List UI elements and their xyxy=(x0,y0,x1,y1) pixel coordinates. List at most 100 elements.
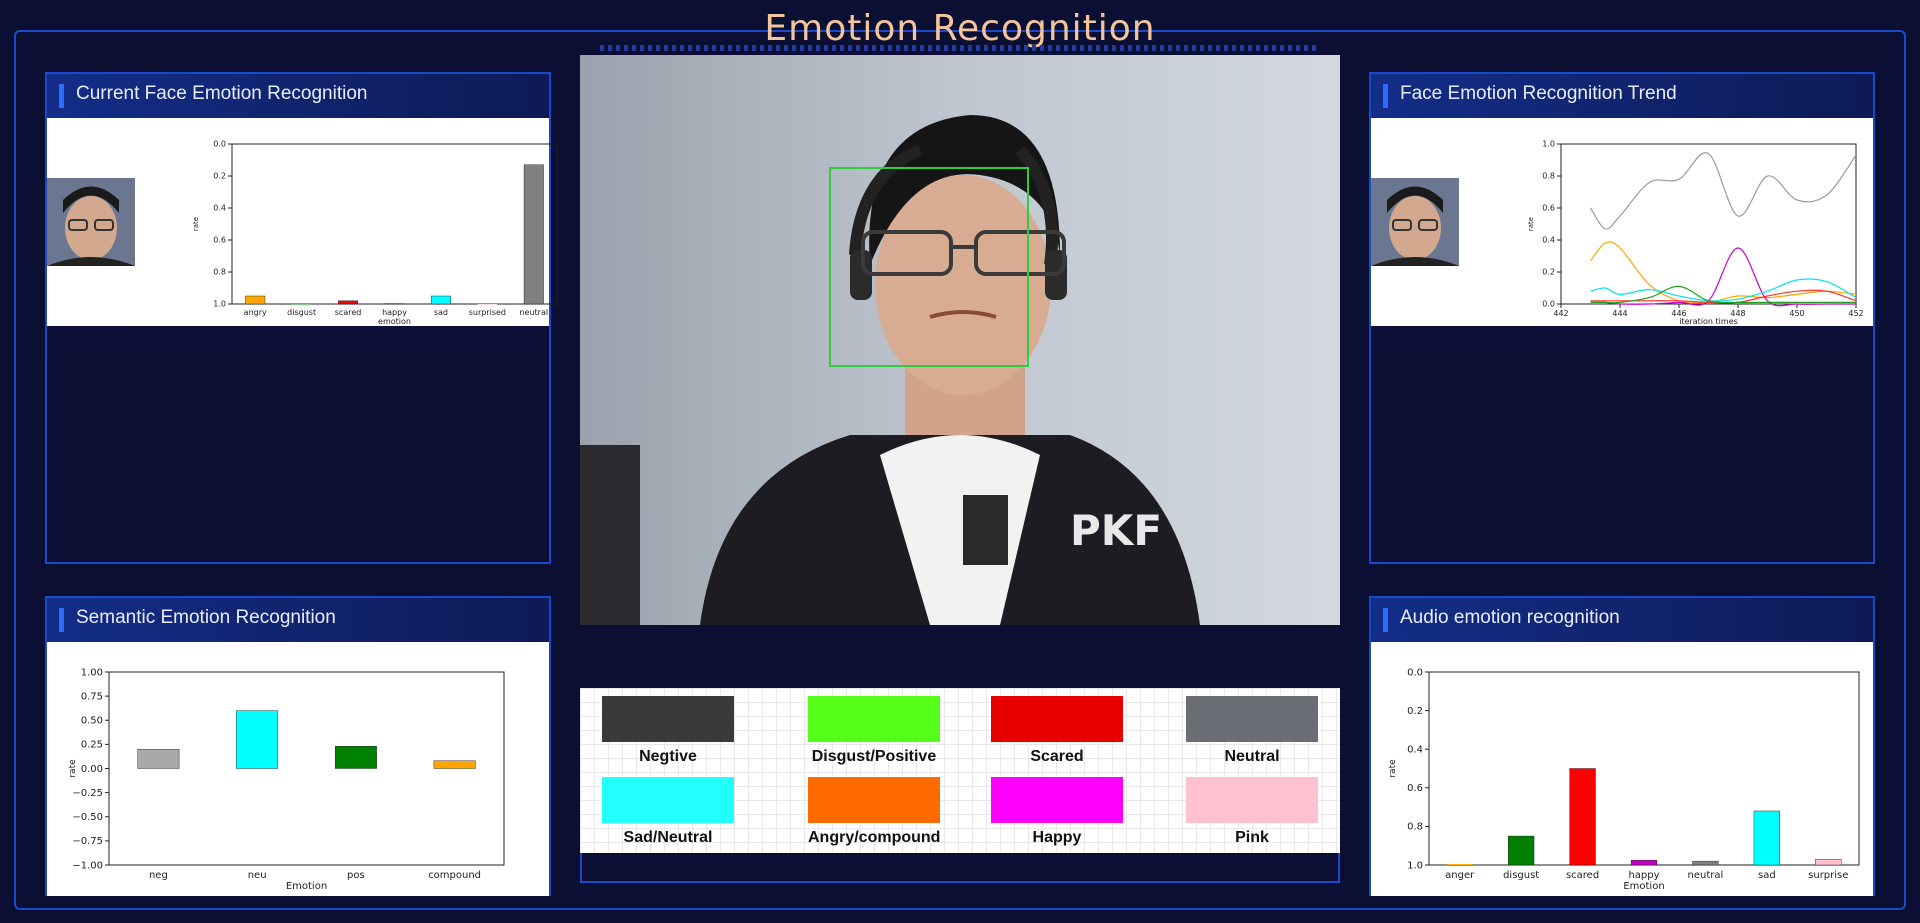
panel-title: Face Emotion Recognition Trend xyxy=(1400,83,1677,104)
panel-title: Current Face Emotion Recognition xyxy=(76,83,368,104)
y-tick-label: 0.25 xyxy=(81,740,103,751)
bar xyxy=(236,710,279,769)
bar xyxy=(384,303,405,304)
x-axis-label: Emotion xyxy=(286,881,327,892)
series-line xyxy=(1589,152,1857,230)
y-axis-label: rate xyxy=(192,217,200,231)
x-axis-label: iteration times xyxy=(1679,317,1738,326)
panel-header: Audio emotion recognition xyxy=(1371,598,1873,642)
panel-content: 1.00 0.75 0.50 0.25 0.00 −0.25 −0.50 −0.75 −1.00… xyxy=(47,642,549,896)
y-tick-label: 0.8 xyxy=(1407,822,1423,833)
bar xyxy=(523,164,544,305)
legend-frame xyxy=(580,853,1340,883)
semantic-chart: 1.00 0.75 0.50 0.25 0.00 −0.25 −0.50 −0.75 −1.00… xyxy=(68,667,505,892)
audio-chart: 0.0 0.2 0.4 0.6 0.8 1.0 anger disgust scared happ… xyxy=(1388,667,1860,892)
bar xyxy=(1753,810,1780,866)
legend-item: Disgust/Positive xyxy=(808,696,940,766)
legend-label: Neutral xyxy=(1224,748,1280,765)
legend-item: Neutral xyxy=(1186,696,1318,766)
legend-swatch xyxy=(808,777,940,823)
face-thumbnail xyxy=(47,178,135,266)
y-tick-label: −1.00 xyxy=(72,860,103,871)
legend-swatch xyxy=(1186,696,1318,742)
bar xyxy=(477,304,498,305)
camera-feed: PKF xyxy=(580,55,1340,625)
bar xyxy=(1508,835,1535,866)
bar xyxy=(291,304,312,305)
x-tick-label: happy xyxy=(382,308,407,317)
legend-label: Disgust/Positive xyxy=(811,748,937,765)
y-tick-label: 0.6 xyxy=(1542,204,1555,213)
x-tick-label: surprise xyxy=(1808,870,1848,881)
x-tick-label: pos xyxy=(347,870,365,881)
legend-label: Pink xyxy=(1235,829,1269,846)
x-axis-label: emotion xyxy=(378,317,411,326)
panel-content: 0.0 0.2 0.4 0.6 0.8 1.0 anger disgust scared happ… xyxy=(1371,642,1873,896)
x-tick-label: disgust xyxy=(287,308,316,317)
legend-swatch xyxy=(1186,777,1318,823)
x-tick-label: 452 xyxy=(1848,309,1863,318)
x-tick-label: scared xyxy=(335,308,362,317)
bar xyxy=(137,748,180,769)
plot-frame xyxy=(231,143,558,305)
legend-swatch xyxy=(991,777,1123,823)
bar xyxy=(1569,768,1596,866)
panel-title: Audio emotion recognition xyxy=(1400,607,1620,628)
panel-header: Face Emotion Recognition Trend xyxy=(1371,74,1873,118)
legend-item: Negtive xyxy=(602,696,734,766)
y-tick-label: −0.25 xyxy=(72,788,103,799)
y-tick-label: 0.0 xyxy=(1542,300,1555,309)
color-legend: Negtive Disgust/Positive Scared Neutral … xyxy=(580,688,1340,853)
y-tick-label: 0.0 xyxy=(1407,667,1423,678)
svg-text:PKF: PKF xyxy=(1070,506,1162,555)
y-tick-label: 0.75 xyxy=(81,691,103,702)
trend-chart: 0.00.20.40.60.81.0442 444 446 448 450 452iter… xyxy=(1527,140,1864,326)
y-tick-label: 1.0 xyxy=(1542,140,1555,149)
bar xyxy=(433,760,476,769)
legend-label: Negtive xyxy=(639,748,697,765)
x-tick-label: neutral xyxy=(1688,870,1724,881)
header-accent xyxy=(59,84,64,108)
series-line xyxy=(1590,247,1856,307)
y-tick-label: −0.75 xyxy=(72,836,103,847)
y-tick-label: 0.2 xyxy=(1542,268,1555,277)
bar xyxy=(334,746,377,769)
current-face-panel: Current Face Emotion Recognition 0.0 0.2 0… xyxy=(45,72,558,564)
x-axis-label: Emotion xyxy=(1623,881,1664,892)
x-tick-label: 444 xyxy=(1612,309,1627,318)
title-decoration xyxy=(600,45,1320,51)
y-tick-label: 1.00 xyxy=(81,667,103,678)
y-tick-label: 0.4 xyxy=(1407,745,1423,756)
legend-item: Sad/Neutral xyxy=(602,777,734,847)
header-accent xyxy=(59,608,64,632)
legend-item: Pink xyxy=(1186,777,1318,847)
x-tick-label: neg xyxy=(149,870,168,881)
current-face-chart: 0.0 0.2 0.4 0.6 0.8 1.0 angry disgust scared happ… xyxy=(192,140,558,326)
x-tick-label: neutral xyxy=(519,308,548,317)
x-tick-label: angry xyxy=(244,308,267,317)
header-accent xyxy=(1383,84,1388,108)
face-thumbnail xyxy=(1371,178,1459,266)
panel-header: Current Face Emotion Recognition xyxy=(47,74,549,118)
bar xyxy=(430,295,451,305)
panel-content: 0.0 0.2 0.4 0.6 0.8 1.0 angry disgust scared happ… xyxy=(47,118,558,326)
y-tick-label: 0.4 xyxy=(213,204,226,213)
x-tick-label: 450 xyxy=(1789,309,1804,318)
y-tick-label: 1.0 xyxy=(213,300,226,309)
legend-item: Happy xyxy=(991,777,1123,847)
bar xyxy=(1815,859,1842,866)
y-axis-label: rate xyxy=(68,759,78,778)
legend-label: Scared xyxy=(1030,748,1084,765)
bar xyxy=(1446,864,1473,865)
y-tick-label: 0.0 xyxy=(213,140,226,149)
semantic-panel: Semantic Emotion Recognition 1.00 0.75 0.5… xyxy=(45,596,551,896)
panel-title: Semantic Emotion Recognition xyxy=(76,607,336,628)
header-accent xyxy=(1383,608,1388,632)
x-tick-label: 442 xyxy=(1553,309,1568,318)
audio-panel: Audio emotion recognition 0.0 0.2 0.4 0.6 0.… xyxy=(1369,596,1875,896)
y-tick-label: 0.00 xyxy=(81,764,103,775)
legend-item: Scared xyxy=(991,696,1123,766)
legend-swatch xyxy=(602,777,734,823)
legend-label: Angry/compound xyxy=(808,829,941,846)
y-tick-label: 0.2 xyxy=(1407,706,1423,717)
